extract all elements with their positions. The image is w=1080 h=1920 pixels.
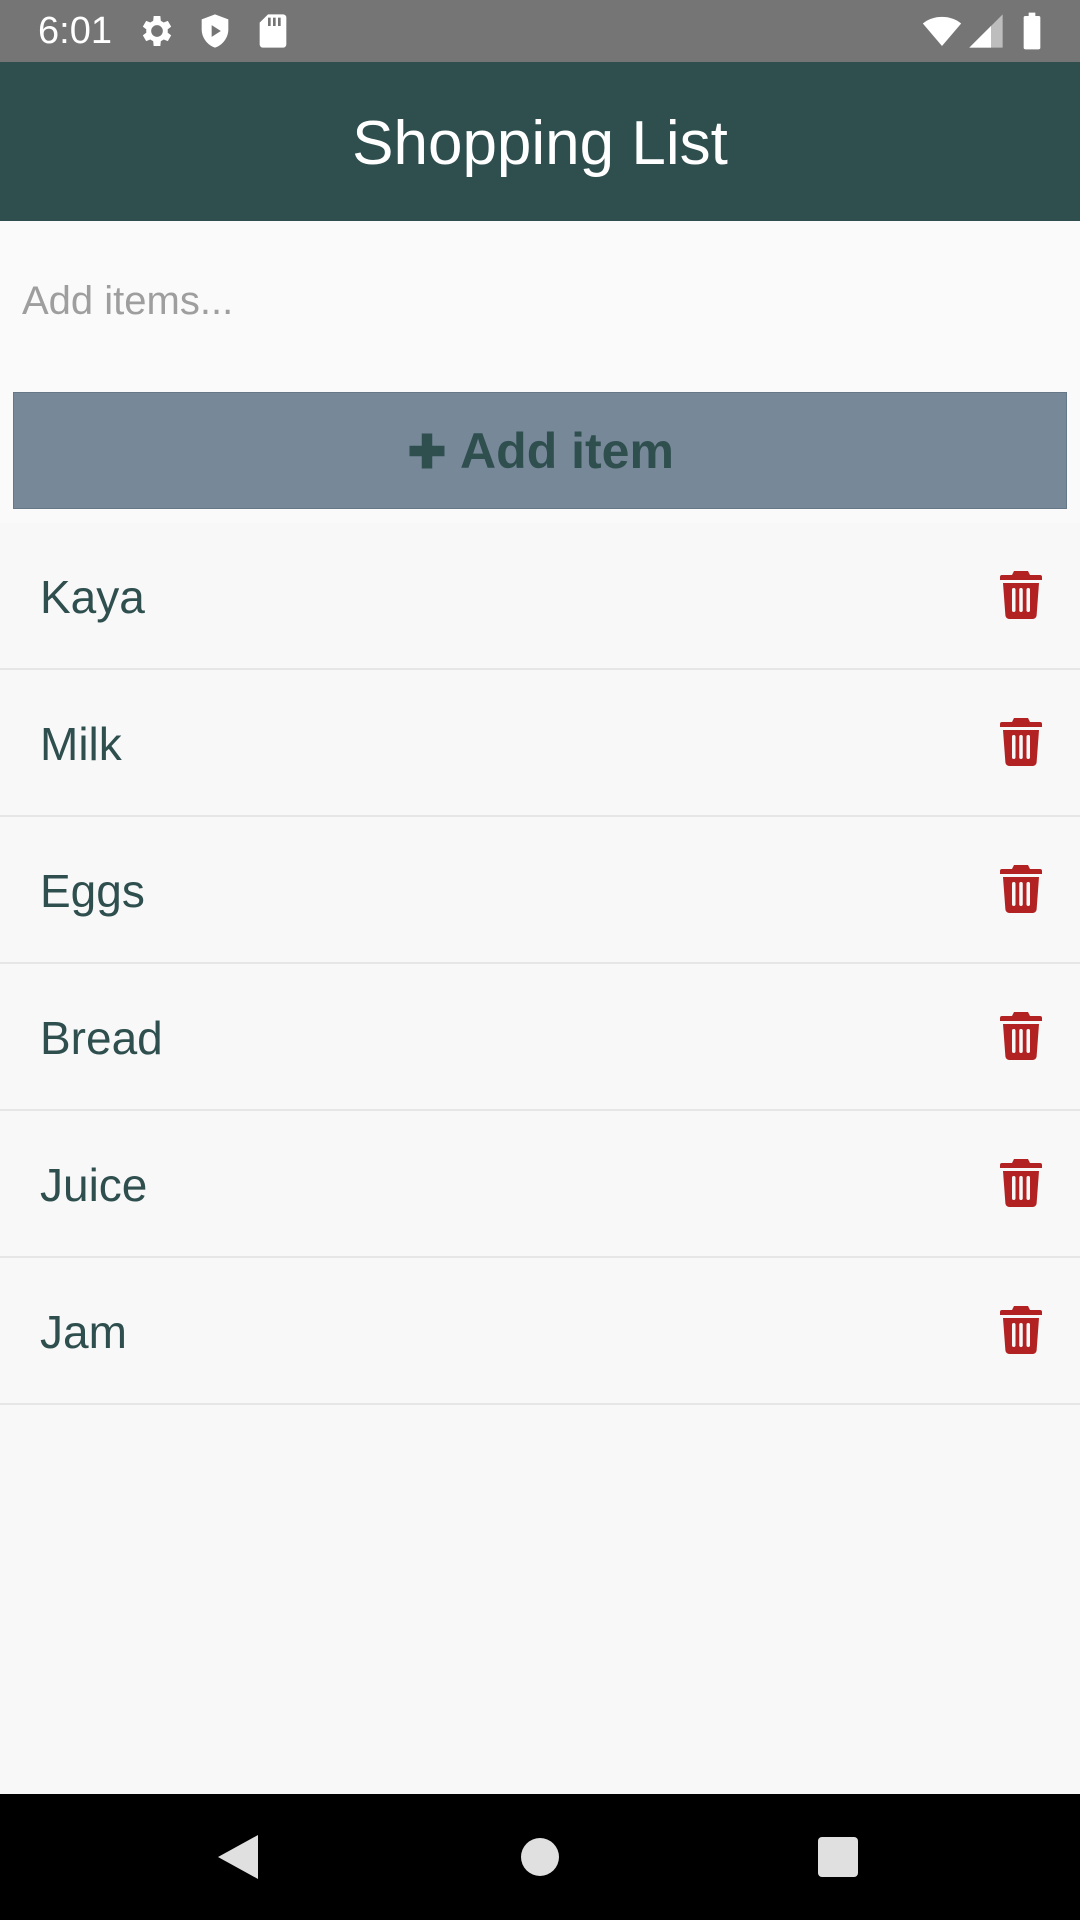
delete-button[interactable] bbox=[1000, 865, 1042, 913]
list-item: Eggs bbox=[0, 817, 1080, 964]
battery-icon bbox=[1023, 12, 1041, 50]
delete-button[interactable] bbox=[1000, 718, 1042, 766]
navigation-bar bbox=[0, 1794, 1080, 1920]
status-bar: 6:01 bbox=[0, 0, 1080, 62]
list-item-label: Juice bbox=[40, 1159, 148, 1211]
add-items-input[interactable] bbox=[0, 221, 1080, 381]
app-bar: Shopping List bbox=[0, 62, 1080, 221]
recents-button[interactable] bbox=[810, 1829, 866, 1885]
home-button[interactable] bbox=[512, 1829, 568, 1885]
shield-play-icon bbox=[201, 14, 229, 48]
wifi-icon bbox=[922, 16, 962, 46]
list-item: Jam bbox=[0, 1258, 1080, 1405]
trash-icon bbox=[1000, 1306, 1042, 1354]
delete-button[interactable] bbox=[1000, 1012, 1042, 1060]
add-item-form: Add item bbox=[0, 221, 1080, 523]
cellular-signal-icon bbox=[969, 14, 1003, 48]
page-title: Shopping List bbox=[352, 108, 728, 178]
list-item-label: Eggs bbox=[40, 865, 145, 917]
trash-icon bbox=[1000, 718, 1042, 766]
delete-button[interactable] bbox=[1000, 1159, 1042, 1207]
add-item-button[interactable]: Add item bbox=[13, 392, 1067, 509]
plus-icon bbox=[409, 433, 445, 468]
trash-icon bbox=[1000, 571, 1042, 619]
trash-icon bbox=[1000, 865, 1042, 913]
add-item-button-label: Add item bbox=[460, 422, 674, 479]
trash-icon bbox=[1000, 1159, 1042, 1207]
list-item: Kaya bbox=[0, 523, 1080, 670]
list-item: Bread bbox=[0, 964, 1080, 1111]
delete-button[interactable] bbox=[1000, 571, 1042, 619]
list-item-label: Milk bbox=[40, 718, 122, 770]
back-button[interactable] bbox=[210, 1829, 266, 1885]
list-item: Milk bbox=[0, 670, 1080, 817]
recents-icon bbox=[818, 1837, 858, 1877]
trash-icon bbox=[1000, 1012, 1042, 1060]
status-time: 6:01 bbox=[38, 10, 112, 52]
back-icon bbox=[218, 1835, 258, 1879]
delete-button[interactable] bbox=[1000, 1306, 1042, 1354]
list-item-label: Jam bbox=[40, 1306, 127, 1358]
shopping-list: Kaya Milk Eggs Bread Juice Jam bbox=[0, 523, 1080, 1405]
list-item-label: Bread bbox=[40, 1012, 163, 1064]
list-item: Juice bbox=[0, 1111, 1080, 1258]
sd-card-icon bbox=[259, 14, 287, 48]
home-icon bbox=[521, 1838, 559, 1876]
gear-icon bbox=[142, 16, 172, 46]
list-item-label: Kaya bbox=[40, 571, 145, 623]
